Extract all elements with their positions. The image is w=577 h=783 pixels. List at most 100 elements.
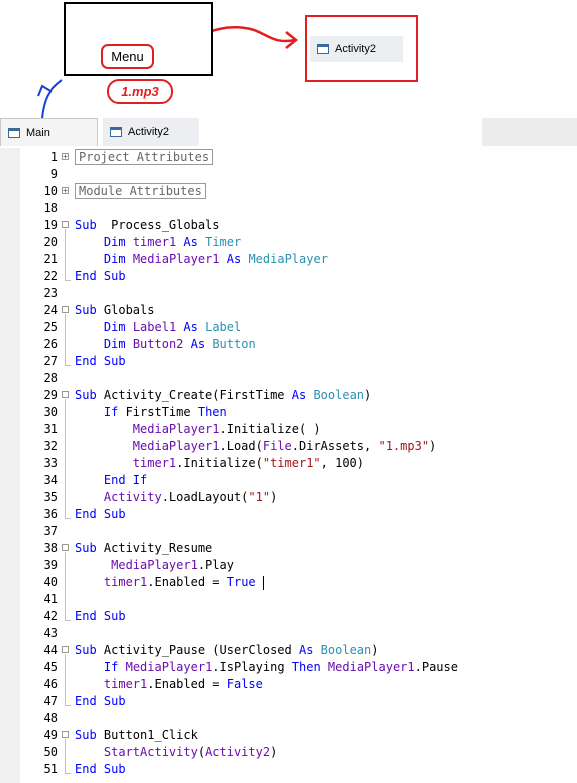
line-number: 27 bbox=[43, 354, 58, 368]
code-line[interactable]: 44 Sub Activity_Pause (UserClosed As Bool… bbox=[0, 642, 577, 659]
line-number: 32 bbox=[43, 439, 58, 453]
editor-tab-bar: Main Activity2 bbox=[0, 118, 577, 266]
line-number: 18 bbox=[43, 201, 58, 215]
tab-main[interactable]: Main bbox=[0, 118, 98, 146]
collapse-icon[interactable] bbox=[62, 731, 69, 738]
code-line[interactable]: 48 bbox=[0, 710, 577, 727]
code-token: As bbox=[183, 320, 198, 334]
line-number: 1 bbox=[50, 150, 58, 164]
code-line[interactable]: 43 bbox=[0, 625, 577, 642]
mp3-annotation: 1.mp3 bbox=[107, 79, 173, 104]
blue-pen-arrowhead bbox=[37, 84, 53, 97]
code-line[interactable]: 30 If FirstTime Then bbox=[0, 404, 577, 421]
code-line[interactable]: 35 Activity.LoadLayout("1") bbox=[0, 489, 577, 506]
code-token: Sub bbox=[75, 541, 97, 555]
code-token: ) bbox=[371, 643, 379, 657]
code-text: Dim timer1 As Timer bbox=[75, 234, 241, 251]
line-number: 41 bbox=[43, 592, 58, 606]
code-text: If FirstTime Then bbox=[75, 404, 227, 421]
line-number: 21 bbox=[43, 252, 58, 266]
code-line[interactable]: 40 timer1.Enabled = True bbox=[0, 574, 577, 591]
code-line[interactable]: 29 Sub Activity_Create(FirstTime As Boole… bbox=[0, 387, 577, 404]
collapsed-region[interactable]: Project Attributes bbox=[75, 149, 214, 165]
code-line[interactable]: 9 bbox=[0, 166, 577, 183]
collapse-icon[interactable] bbox=[62, 391, 69, 398]
line-number: 45 bbox=[43, 660, 58, 674]
code-line[interactable]: 28 bbox=[0, 370, 577, 387]
fold-guide-end bbox=[65, 773, 71, 774]
code-line[interactable]: 10 + Module Attributes bbox=[0, 183, 577, 200]
code-line[interactable]: 51 End Sub bbox=[0, 761, 577, 778]
code-line[interactable]: 23 bbox=[0, 285, 577, 302]
tab-main-label: Main bbox=[26, 126, 50, 139]
code-token: timer1 bbox=[132, 456, 177, 470]
collapse-icon[interactable] bbox=[62, 221, 69, 228]
collapsed-region[interactable]: Module Attributes bbox=[75, 183, 206, 199]
code-line[interactable]: 45 If MediaPlayer1.IsPlaying Then MediaP… bbox=[0, 659, 577, 676]
code-line[interactable]: 22 End Sub bbox=[0, 268, 577, 285]
line-number: 50 bbox=[43, 745, 58, 759]
code-token: End Sub bbox=[75, 354, 126, 368]
code-token: MediaPlayer1 bbox=[111, 558, 198, 572]
code-editor[interactable]: 1 + Project Attributes 9 10 + Module Attribute… bbox=[0, 148, 577, 783]
code-line[interactable]: 33 timer1.Initialize("timer1", 100) bbox=[0, 455, 577, 472]
code-line[interactable]: 47 End Sub bbox=[0, 693, 577, 710]
code-line[interactable]: 49 Sub Button1_Click bbox=[0, 727, 577, 744]
code-line[interactable]: 31 MediaPlayer1.Initialize( ) bbox=[0, 421, 577, 438]
collapse-icon[interactable] bbox=[62, 646, 69, 653]
code-line[interactable]: 20 Dim timer1 As Timer bbox=[0, 234, 577, 251]
code-line[interactable]: 39 MediaPlayer1.Play bbox=[0, 557, 577, 574]
code-token: Boolean bbox=[313, 388, 365, 402]
code-line[interactable]: 24 Sub Globals bbox=[0, 302, 577, 319]
code-text: Sub Activity_Resume bbox=[75, 540, 212, 557]
code-line[interactable]: 36 End Sub bbox=[0, 506, 577, 523]
code-line[interactable]: 34 End If bbox=[0, 472, 577, 489]
code-token: ) bbox=[270, 490, 278, 504]
code-token: .LoadLayout( bbox=[161, 490, 249, 504]
fold-guide bbox=[65, 739, 66, 773]
code-token: MediaPlayer bbox=[248, 252, 328, 266]
code-line[interactable]: 38 Sub Activity_Resume bbox=[0, 540, 577, 557]
code-line[interactable]: 42 End Sub bbox=[0, 608, 577, 625]
tab-activity2[interactable]: Activity2 bbox=[103, 118, 199, 146]
expand-icon[interactable]: + bbox=[62, 187, 69, 195]
code-line[interactable]: 46 timer1.Enabled = False bbox=[0, 676, 577, 693]
tab-bar-empty-space bbox=[200, 118, 482, 146]
code-line[interactable]: 32 MediaPlayer1.Load(File.DirAssets, "1.… bbox=[0, 438, 577, 455]
code-token: timer1 bbox=[103, 677, 148, 691]
menu-button[interactable]: Menu bbox=[101, 44, 154, 69]
code-line[interactable]: 25 Dim Label1 As Label bbox=[0, 319, 577, 336]
line-number: 43 bbox=[43, 626, 58, 640]
code-token: , 100) bbox=[320, 456, 365, 470]
fold-guide bbox=[65, 314, 66, 365]
code-token: "timer1" bbox=[262, 456, 321, 470]
code-token: Label bbox=[205, 320, 242, 334]
code-line[interactable]: 19 Sub Process_Globals bbox=[0, 217, 577, 234]
code-token: Dim bbox=[103, 320, 126, 334]
code-line[interactable]: 26 Dim Button2 As Button bbox=[0, 336, 577, 353]
activity2-tab-preview[interactable]: Activity2 bbox=[310, 36, 403, 62]
expand-icon[interactable]: + bbox=[62, 153, 69, 161]
code-text: Dim Button2 As Button bbox=[75, 336, 256, 353]
code-line[interactable]: 50 StartActivity(Activity2) bbox=[0, 744, 577, 761]
code-line[interactable]: 1 + Project Attributes bbox=[0, 149, 577, 166]
code-text: timer1.Initialize("timer1", 100) bbox=[75, 455, 364, 472]
code-token: Sub bbox=[75, 388, 97, 402]
line-number: 47 bbox=[43, 694, 58, 708]
line-number: 29 bbox=[43, 388, 58, 402]
code-text: Sub Button1_Click bbox=[75, 727, 198, 744]
collapse-icon[interactable] bbox=[62, 306, 69, 313]
code-token: timer1 bbox=[132, 235, 177, 249]
code-line[interactable]: 18 bbox=[0, 200, 577, 217]
code-line[interactable]: 27 End Sub bbox=[0, 353, 577, 370]
code-line[interactable]: 21 Dim MediaPlayer1 As MediaPlayer bbox=[0, 251, 577, 268]
code-text: End Sub bbox=[75, 353, 126, 370]
collapse-icon[interactable] bbox=[62, 544, 69, 551]
code-line[interactable]: 41 bbox=[0, 591, 577, 608]
code-line[interactable]: 37 bbox=[0, 523, 577, 540]
code-text: End Sub bbox=[75, 608, 126, 625]
